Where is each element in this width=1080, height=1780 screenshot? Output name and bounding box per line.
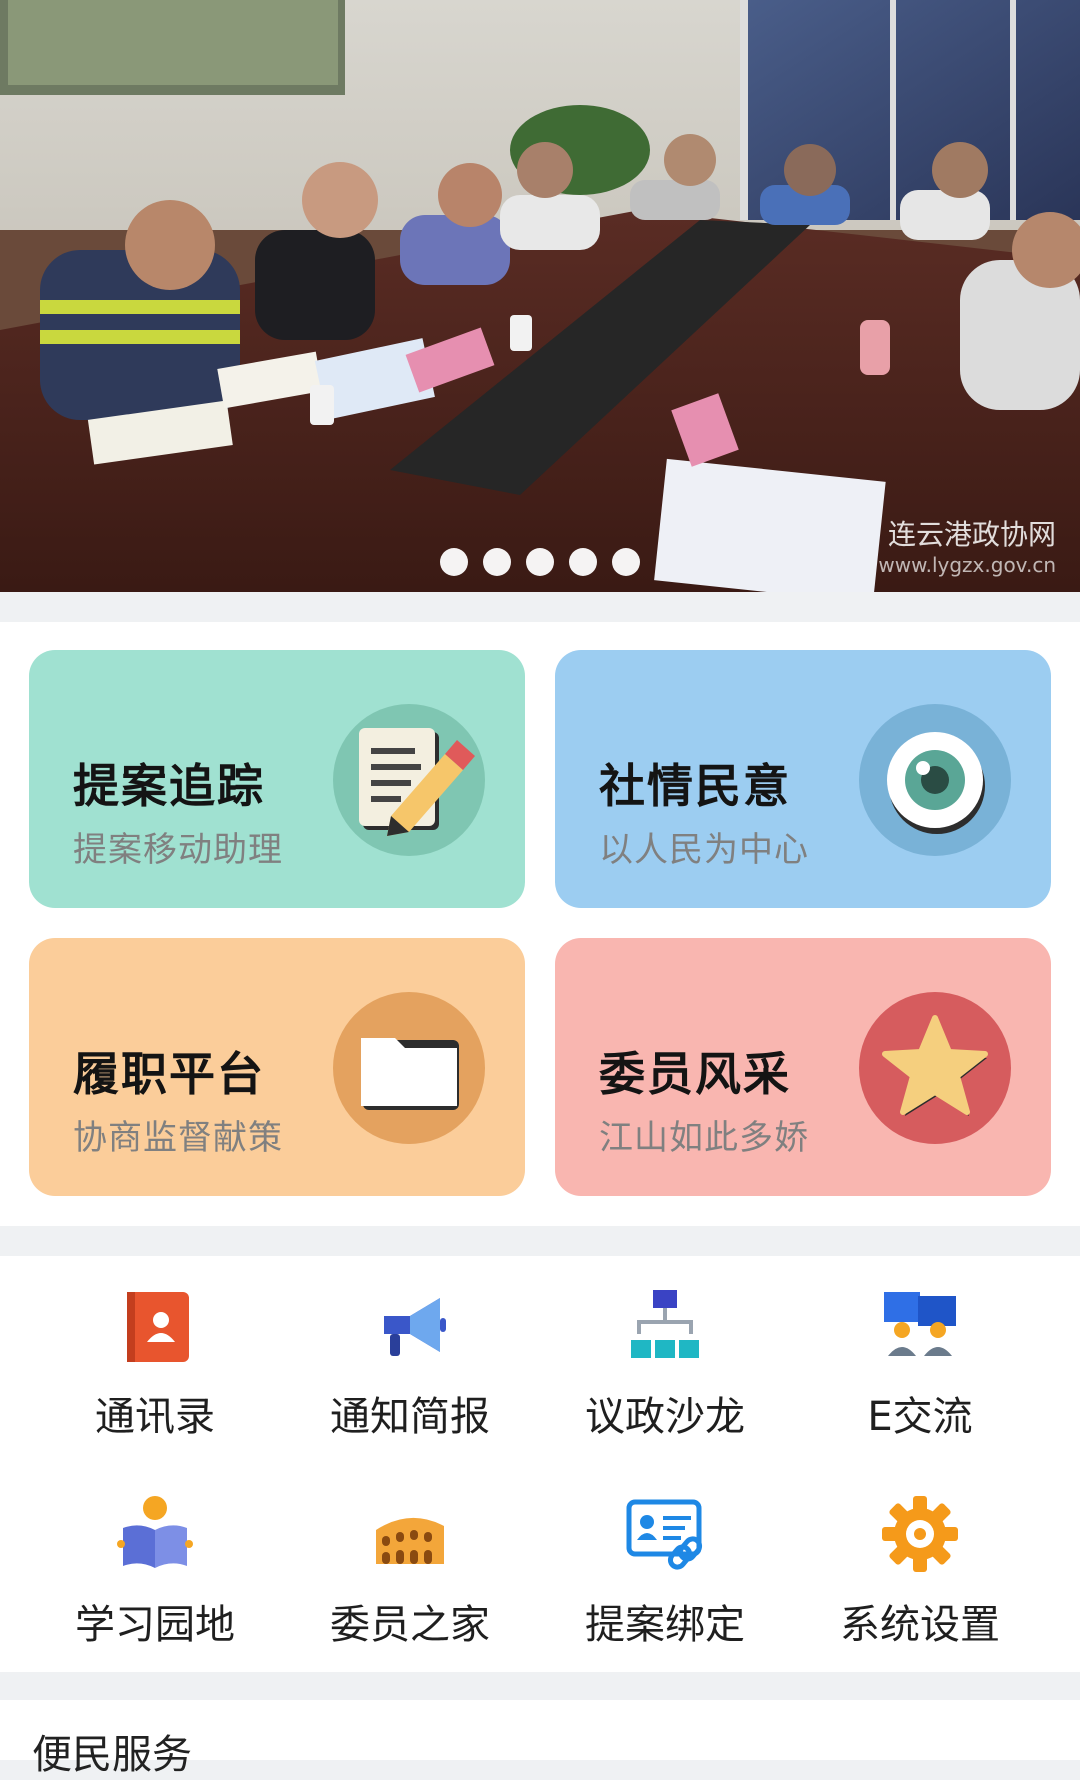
grid-item-label: 提案绑定 (585, 1602, 745, 1648)
grid-item-label: 议政沙龙 (585, 1394, 745, 1440)
card-subtitle: 提案移动助理 (73, 830, 283, 870)
grid-item-label: 通讯录 (95, 1394, 215, 1440)
notepad-pencil-icon (333, 704, 485, 856)
card-public-opinion[interactable]: 社情民意 以人民为中心 (555, 650, 1051, 908)
carousel-dot[interactable] (526, 548, 554, 576)
carousel-dot[interactable] (569, 548, 597, 576)
id-card-link-icon (626, 1499, 703, 1570)
grid-item-member-home[interactable]: 委员之家 (275, 1464, 545, 1664)
banner-carousel[interactable]: 连云港政协网 www.lygzx.gov.cn (0, 0, 1080, 592)
grid-item-notices[interactable]: 通知简报 (275, 1256, 545, 1456)
convenience-services-section: 便民服务 (0, 1700, 1080, 1778)
card-proposal-tracking[interactable]: 提案追踪 提案移动助理 (29, 650, 525, 908)
card-member-style[interactable]: 委员风采 江山如此多娇 (555, 938, 1051, 1196)
chat-users-icon (884, 1292, 956, 1356)
carousel-dot[interactable] (483, 548, 511, 576)
watermark-title: 连云港政协网 (887, 518, 1056, 551)
card-title: 履职平台 (73, 1047, 265, 1101)
carousel-dot[interactable] (440, 548, 468, 576)
org-chart-icon (631, 1290, 699, 1358)
folder-icon (333, 992, 485, 1144)
carousel-dot[interactable] (612, 548, 640, 576)
meeting-photo (0, 0, 1080, 592)
card-title: 社情民意 (599, 759, 791, 813)
card-subtitle: 以人民为中心 (599, 830, 809, 870)
grid-item-settings[interactable]: 系统设置 (785, 1464, 1055, 1664)
gear-icon (882, 1496, 958, 1572)
megaphone-icon (384, 1298, 446, 1356)
grid-item-contacts[interactable]: 通讯录 (20, 1256, 290, 1456)
carousel-indicator (0, 548, 1080, 576)
grid-item-e-exchange[interactable]: E交流 (785, 1256, 1055, 1456)
section-title: 便民服务 (32, 1732, 192, 1778)
eye-icon (859, 704, 1011, 856)
grid-item-label: 通知简报 (330, 1394, 490, 1440)
card-subtitle: 协商监督献策 (73, 1118, 283, 1158)
grid-item-label: 学习园地 (75, 1602, 235, 1648)
function-grid: 通讯录 通知简报 议政沙龙 E交流 学习园地 委员之家 提案绑定 系统设置 (0, 1256, 1080, 1672)
card-duty-platform[interactable]: 履职平台 协商监督献策 (29, 938, 525, 1196)
card-title: 委员风采 (599, 1047, 791, 1101)
grid-item-study[interactable]: 学习园地 (20, 1464, 290, 1664)
grid-item-label: 委员之家 (330, 1602, 490, 1648)
grid-item-label: E交流 (867, 1394, 973, 1440)
contacts-book-icon (127, 1292, 189, 1362)
grid-item-proposal-binding[interactable]: 提案绑定 (530, 1464, 800, 1664)
grid-item-salon[interactable]: 议政沙龙 (530, 1256, 800, 1456)
card-title: 提案追踪 (73, 759, 265, 813)
colosseum-icon (376, 1517, 444, 1564)
star-icon (859, 992, 1011, 1144)
reading-person-icon (117, 1496, 193, 1568)
card-subtitle: 江山如此多娇 (599, 1118, 809, 1158)
grid-item-label: 系统设置 (840, 1602, 1000, 1648)
feature-cards: 提案追踪 提案移动助理 社情民意 以人民为中心 履职平台 协商监督献策 委员风采… (0, 622, 1080, 1226)
